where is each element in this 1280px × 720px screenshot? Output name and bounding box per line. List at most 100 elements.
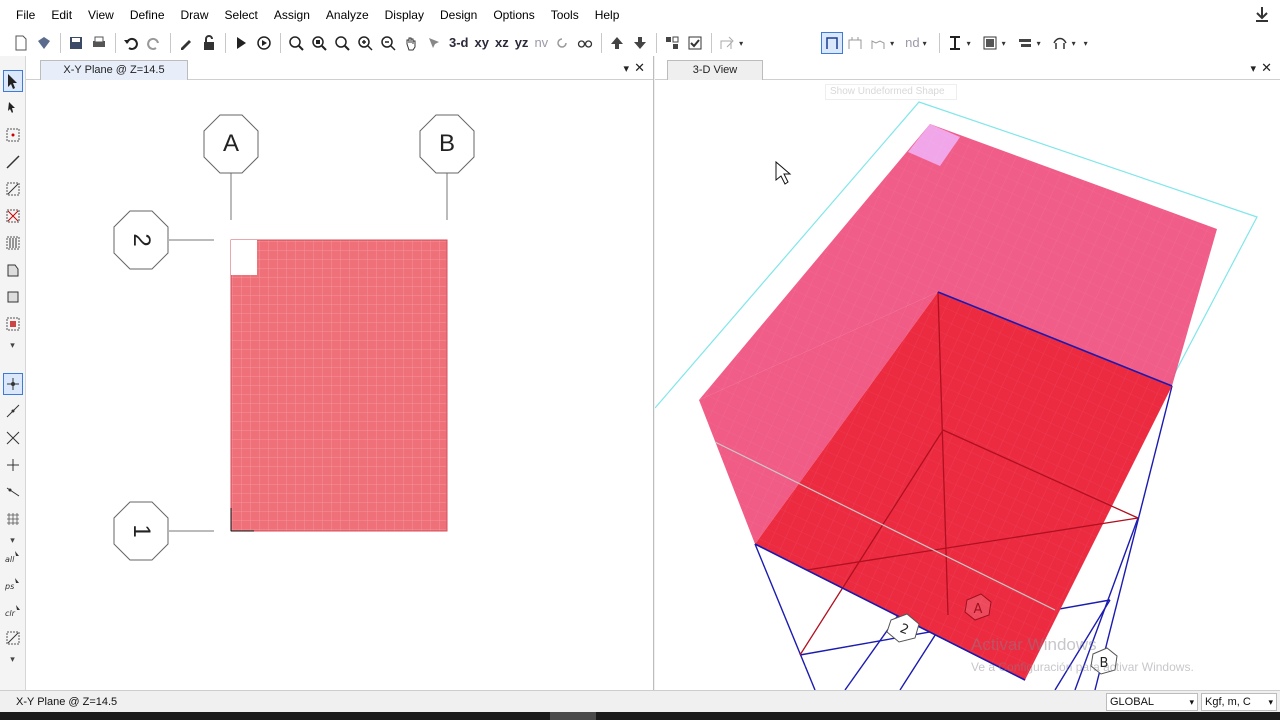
perspective-button[interactable]: [574, 32, 596, 54]
chevron-down-icon[interactable]: ▾: [739, 39, 747, 48]
grid-bubble-b[interactable]: B: [419, 114, 475, 174]
rotate-view-button[interactable]: [551, 32, 573, 54]
units-select[interactable]: Kgf, m, C ▾: [1201, 693, 1277, 711]
chevron-down-icon[interactable]: ▾: [10, 654, 15, 665]
xy-plane-canvas[interactable]: A B 2 1: [26, 80, 653, 690]
node-display-button[interactable]: nd: [902, 32, 922, 54]
snap-lines-button[interactable]: [3, 481, 23, 503]
menu-view[interactable]: View: [80, 0, 122, 30]
print-button[interactable]: [88, 32, 110, 54]
taskbar-item[interactable]: [550, 712, 596, 720]
chevron-down-icon[interactable]: ▾: [923, 39, 931, 48]
chevron-down-icon[interactable]: ▾: [1084, 39, 1092, 48]
chevron-down-icon[interactable]: ▾: [1250, 62, 1256, 75]
download-icon[interactable]: [1254, 6, 1270, 24]
draw-poly-area-button[interactable]: [3, 259, 23, 281]
draw-secondary-button[interactable]: [3, 232, 23, 254]
show-loads-button[interactable]: [844, 32, 866, 54]
run-now-button[interactable]: [253, 32, 275, 54]
grid-bubble-1[interactable]: 1: [113, 501, 169, 561]
measure-button[interactable]: [423, 32, 445, 54]
chevron-down-icon[interactable]: ▾: [10, 535, 15, 546]
display-tables-button[interactable]: [979, 32, 1001, 54]
intersecting-line-button[interactable]: [3, 627, 23, 649]
redo-button[interactable]: [143, 32, 165, 54]
undeformed-shape-button[interactable]: [821, 32, 844, 54]
design-button[interactable]: [1014, 32, 1036, 54]
draw-frame-button[interactable]: [3, 151, 23, 173]
view-xy-button[interactable]: xy: [472, 32, 492, 54]
zoom-restore-button[interactable]: [308, 32, 330, 54]
chevron-down-icon[interactable]: ▾: [967, 39, 975, 48]
chevron-down-icon[interactable]: ▾: [10, 340, 15, 351]
lock-model-button[interactable]: [198, 32, 220, 54]
zoom-out-button[interactable]: [377, 32, 399, 54]
menu-analyze[interactable]: Analyze: [318, 0, 377, 30]
draw-cable-button[interactable]: [3, 178, 23, 200]
chevron-down-icon[interactable]: ▾: [890, 39, 898, 48]
coord-system-select[interactable]: GLOBAL ▾: [1106, 693, 1198, 711]
select-all-button[interactable]: [661, 32, 683, 54]
chevron-down-icon[interactable]: ▾: [623, 62, 629, 75]
chevron-down-icon[interactable]: ▾: [1072, 39, 1080, 48]
snap-intersect-button[interactable]: [3, 427, 23, 449]
deformed-shape-button[interactable]: [716, 32, 738, 54]
menu-assign[interactable]: Assign: [266, 0, 318, 30]
menu-file[interactable]: File: [8, 0, 43, 30]
draw-rect-area-button[interactable]: [3, 286, 23, 308]
tab-3d-view[interactable]: 3-D View: [667, 60, 763, 80]
chevron-down-icon[interactable]: ▾: [1037, 39, 1045, 48]
new-model-button[interactable]: [10, 32, 32, 54]
menu-tools[interactable]: Tools: [543, 0, 587, 30]
bridge-button[interactable]: [1049, 32, 1071, 54]
svg-text:clr: clr: [5, 609, 16, 618]
menu-options[interactable]: Options: [485, 0, 542, 30]
slab-area[interactable]: [230, 239, 448, 532]
previous-selection-button[interactable]: ps: [3, 573, 23, 595]
zoom-window-button[interactable]: [285, 32, 307, 54]
check-model-button[interactable]: [684, 32, 706, 54]
view-xz-button[interactable]: xz: [492, 32, 512, 54]
quick-area-button[interactable]: [3, 313, 23, 335]
run-analysis-button[interactable]: [230, 32, 252, 54]
snap-perp-button[interactable]: [3, 454, 23, 476]
view-3d-button[interactable]: 3-d: [446, 32, 472, 54]
menu-select[interactable]: Select: [217, 0, 266, 30]
menu-edit[interactable]: Edit: [43, 0, 80, 30]
3d-view-canvas[interactable]: 2 A B Show Undeformed Shape Activar Wind…: [655, 80, 1280, 690]
close-icon[interactable]: ✕: [634, 60, 645, 76]
grid-bubble-2[interactable]: 2: [113, 210, 169, 270]
menu-draw[interactable]: Draw: [173, 0, 217, 30]
menu-display[interactable]: Display: [377, 0, 432, 30]
move-down-button[interactable]: [629, 32, 651, 54]
select-all-tool-button[interactable]: all: [3, 546, 23, 568]
chevron-down-icon[interactable]: ▾: [1002, 39, 1010, 48]
snap-ends-button[interactable]: [3, 400, 23, 422]
view-yz-button[interactable]: yz: [512, 32, 532, 54]
menu-help[interactable]: Help: [587, 0, 628, 30]
view-nv-button[interactable]: nv: [531, 32, 551, 54]
snap-grid-button[interactable]: [3, 508, 23, 530]
close-icon[interactable]: ✕: [1261, 60, 1272, 76]
undo-button[interactable]: [120, 32, 142, 54]
zoom-full-button[interactable]: [331, 32, 353, 54]
clear-selection-button[interactable]: clr: [3, 600, 23, 622]
save-button[interactable]: [65, 32, 87, 54]
menu-design[interactable]: Design: [432, 0, 485, 30]
tab-xy-plane[interactable]: X-Y Plane @ Z=14.5: [40, 60, 188, 80]
intersecting-line-icon: [6, 631, 19, 645]
pan-button[interactable]: [400, 32, 422, 54]
zoom-in-button[interactable]: [354, 32, 376, 54]
pointer-tool-button[interactable]: [2, 70, 23, 92]
menu-define[interactable]: Define: [122, 0, 173, 30]
reshape-tool-button[interactable]: [3, 97, 23, 119]
draw-joint-button[interactable]: [3, 124, 23, 146]
move-up-button[interactable]: [606, 32, 628, 54]
draw-brace-button[interactable]: [3, 205, 23, 227]
refresh-view-button[interactable]: [175, 32, 197, 54]
open-model-button[interactable]: [33, 32, 55, 54]
section-designer-button[interactable]: [944, 32, 966, 54]
snap-points-button[interactable]: [2, 373, 23, 395]
grid-bubble-a[interactable]: A: [203, 114, 259, 174]
show-forces-button[interactable]: [867, 32, 889, 54]
